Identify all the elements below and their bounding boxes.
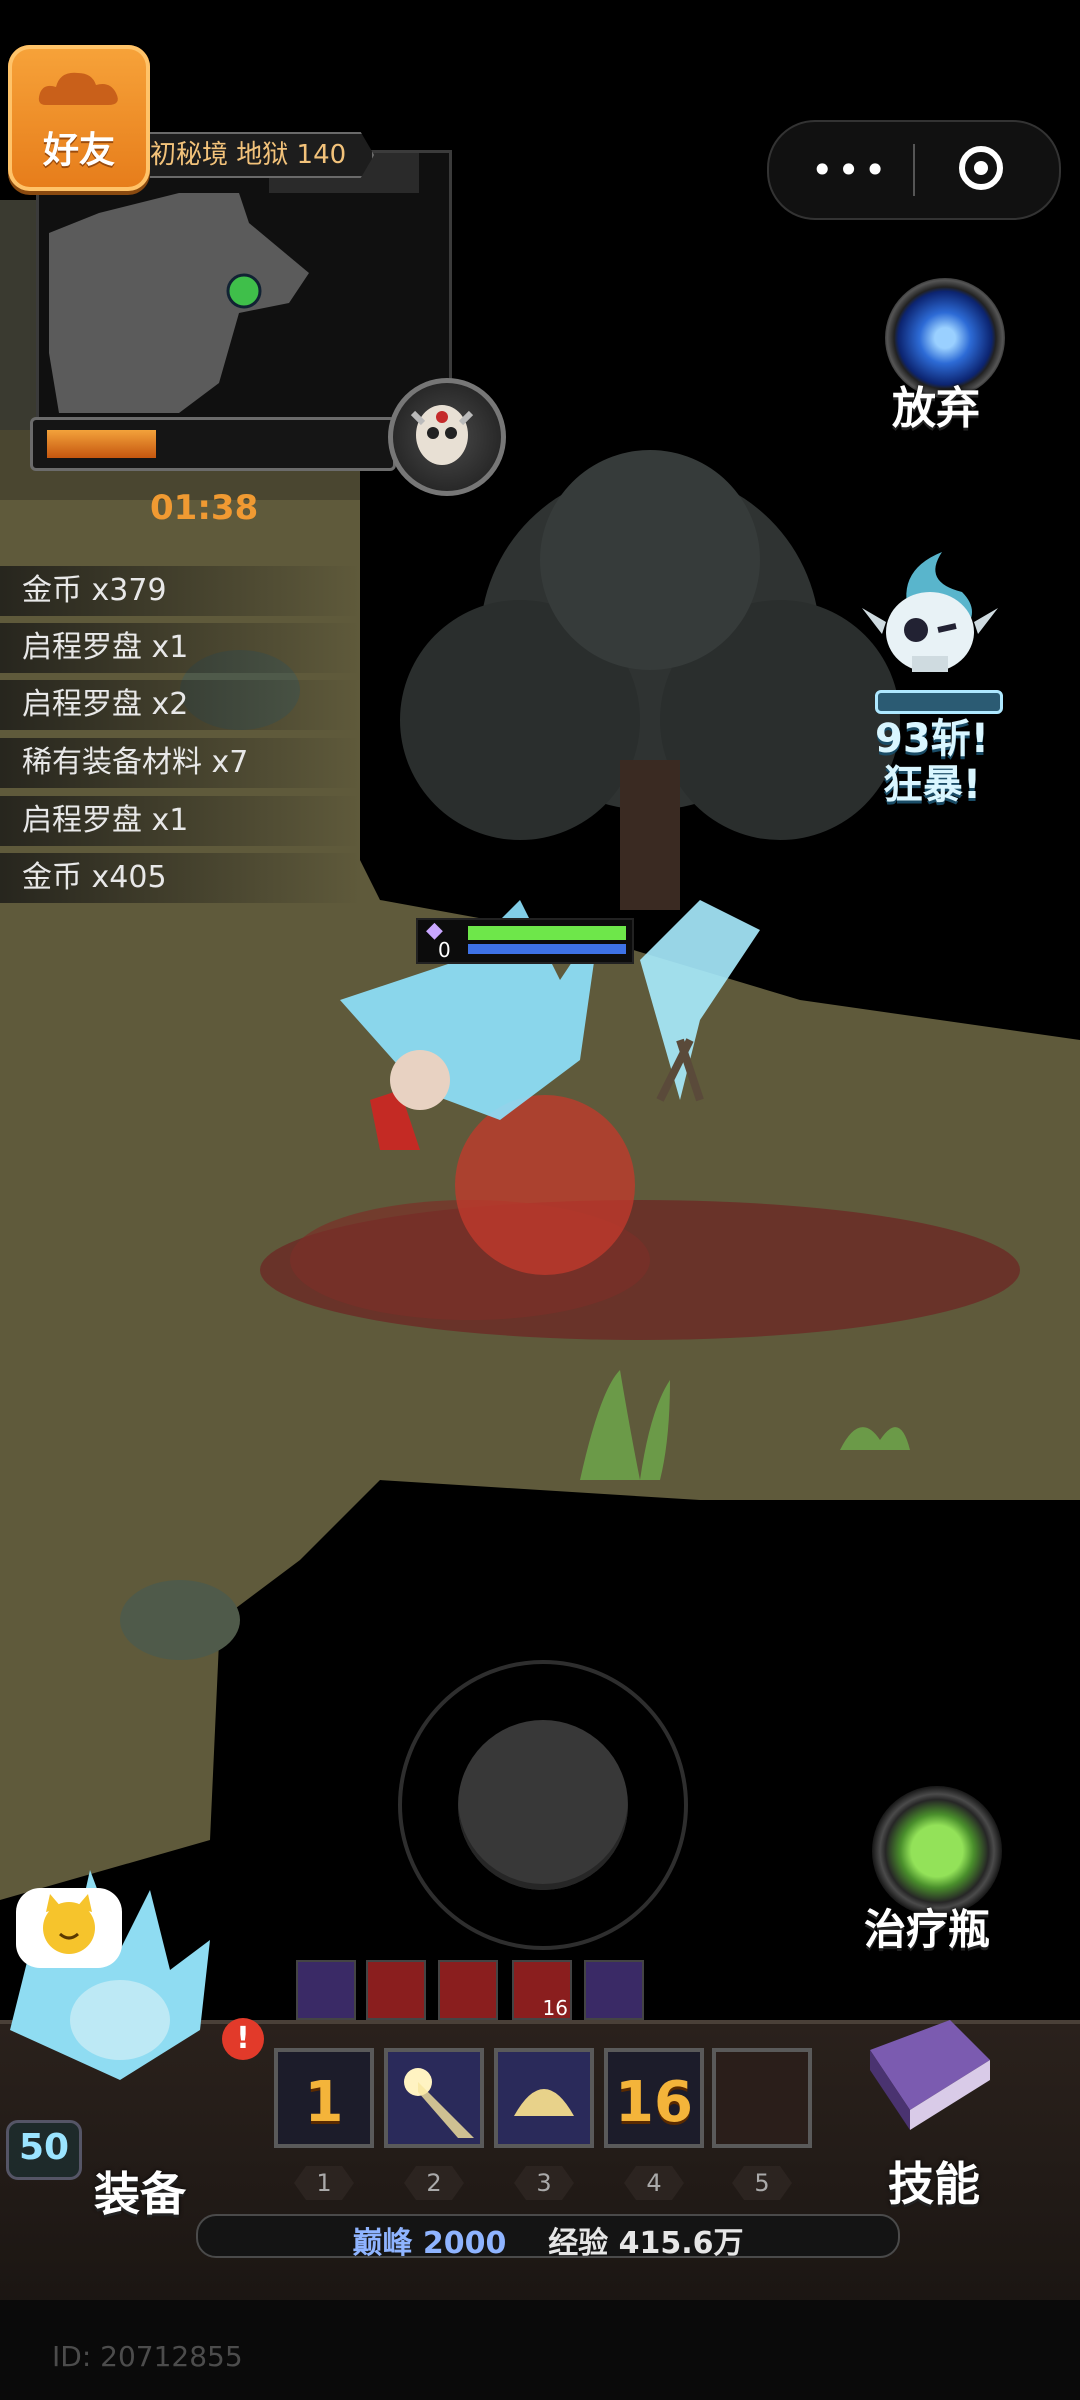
buff-red-banner-icon bbox=[366, 1960, 426, 2020]
dome-shield-icon bbox=[514, 2089, 574, 2116]
light-beam-icon bbox=[404, 2068, 474, 2138]
skill-label[interactable]: 技能 bbox=[888, 2148, 980, 2214]
skill-slot-5[interactable] bbox=[712, 2048, 812, 2148]
peak-value: 2000 bbox=[422, 2226, 507, 2261]
rage-count: 93斩! bbox=[875, 716, 989, 762]
player-hp-bar: ◆ 0 bbox=[416, 918, 634, 964]
miniprogram-capsule: ••• bbox=[767, 120, 1061, 220]
cloud-icon bbox=[38, 72, 118, 105]
player-id: ID: 20712855 bbox=[52, 2340, 243, 2373]
hp-fill bbox=[468, 926, 626, 940]
joystick-knob[interactable] bbox=[458, 1720, 628, 1890]
buff-red-banner-icon bbox=[438, 1960, 498, 2020]
more-icon[interactable]: ••• bbox=[811, 151, 890, 189]
slot-number: 5 bbox=[732, 2166, 792, 2200]
loot-item: 启程罗盘 x1 bbox=[0, 623, 360, 673]
rage-meter bbox=[875, 690, 1003, 714]
capsule-divider bbox=[913, 144, 915, 196]
loot-item: 启程罗盘 x2 bbox=[0, 680, 360, 730]
abandon-label: 放弃 bbox=[892, 383, 980, 434]
buff-red-banner-icon: 16 bbox=[512, 1960, 572, 2020]
buff-purple-slash-icon bbox=[584, 1960, 644, 2020]
rage-status: 狂暴! bbox=[882, 762, 982, 808]
slot-number: 2 bbox=[404, 2166, 464, 2200]
experience-bar: 巅峰 2000 经验 415.6万 bbox=[196, 2214, 900, 2261]
friend-button[interactable]: 好友 bbox=[8, 45, 150, 191]
equipment-label[interactable]: 装备 bbox=[94, 2158, 186, 2224]
skill-book-icon[interactable] bbox=[850, 2010, 1000, 2140]
peak-label: 巅峰 bbox=[352, 2226, 413, 2261]
alert-badge: ! bbox=[222, 2018, 264, 2060]
slot-number: 1 bbox=[294, 2166, 354, 2200]
close-target-icon[interactable] bbox=[959, 146, 1003, 190]
mp-fill bbox=[468, 944, 626, 954]
rage-skull-icon bbox=[862, 552, 998, 672]
minimap[interactable] bbox=[36, 150, 452, 436]
loot-item: 启程罗盘 x1 bbox=[0, 796, 360, 846]
character-portrait[interactable] bbox=[0, 1850, 230, 2090]
skill-slot-value: 1 bbox=[304, 2070, 344, 2135]
xp-label: 经验 bbox=[548, 2226, 609, 2261]
cat-face-icon bbox=[43, 1894, 95, 1954]
loot-item: 稀有装备材料 x7 bbox=[0, 738, 360, 788]
timer-text: 01:38 bbox=[150, 488, 259, 528]
experience-text: 巅峰 2000 经验 415.6万 bbox=[198, 2218, 898, 2262]
loot-item: 金币 x379 bbox=[0, 566, 360, 616]
skill-slot-4[interactable]: 16 bbox=[604, 2048, 704, 2148]
skill-slot-value: 16 bbox=[615, 2070, 693, 2135]
potion-label: 治疗瓶 bbox=[864, 1905, 991, 1954]
friend-button-label: 好友 bbox=[42, 130, 115, 171]
timer-progress-fill bbox=[47, 430, 156, 458]
loot-item: 金币 x405 bbox=[0, 853, 360, 903]
buff-purple-diamond-icon bbox=[296, 1960, 356, 2020]
rage-text: 93斩! 狂暴! bbox=[852, 716, 1012, 808]
character-level-badge: 50 bbox=[6, 2120, 82, 2180]
xp-value: 415.6万 bbox=[618, 2226, 744, 2261]
slot-number: 4 bbox=[624, 2166, 684, 2200]
map-title: 初秘境 地狱 140 bbox=[150, 132, 375, 178]
slot-number: 3 bbox=[514, 2166, 574, 2200]
buff-stack-count: 16 bbox=[542, 1996, 568, 2020]
skill-slot-2[interactable] bbox=[384, 2048, 484, 2148]
minimap-terrain bbox=[49, 153, 419, 413]
boss-skull-icon[interactable] bbox=[388, 378, 506, 496]
skill-slot-3[interactable] bbox=[494, 2048, 594, 2148]
player-level-indicator: 0 bbox=[438, 938, 451, 962]
skill-slot-1[interactable]: 1 bbox=[274, 2048, 374, 2148]
chat-bubble-button[interactable] bbox=[16, 1888, 122, 1968]
timer-progress-bar bbox=[30, 417, 396, 471]
